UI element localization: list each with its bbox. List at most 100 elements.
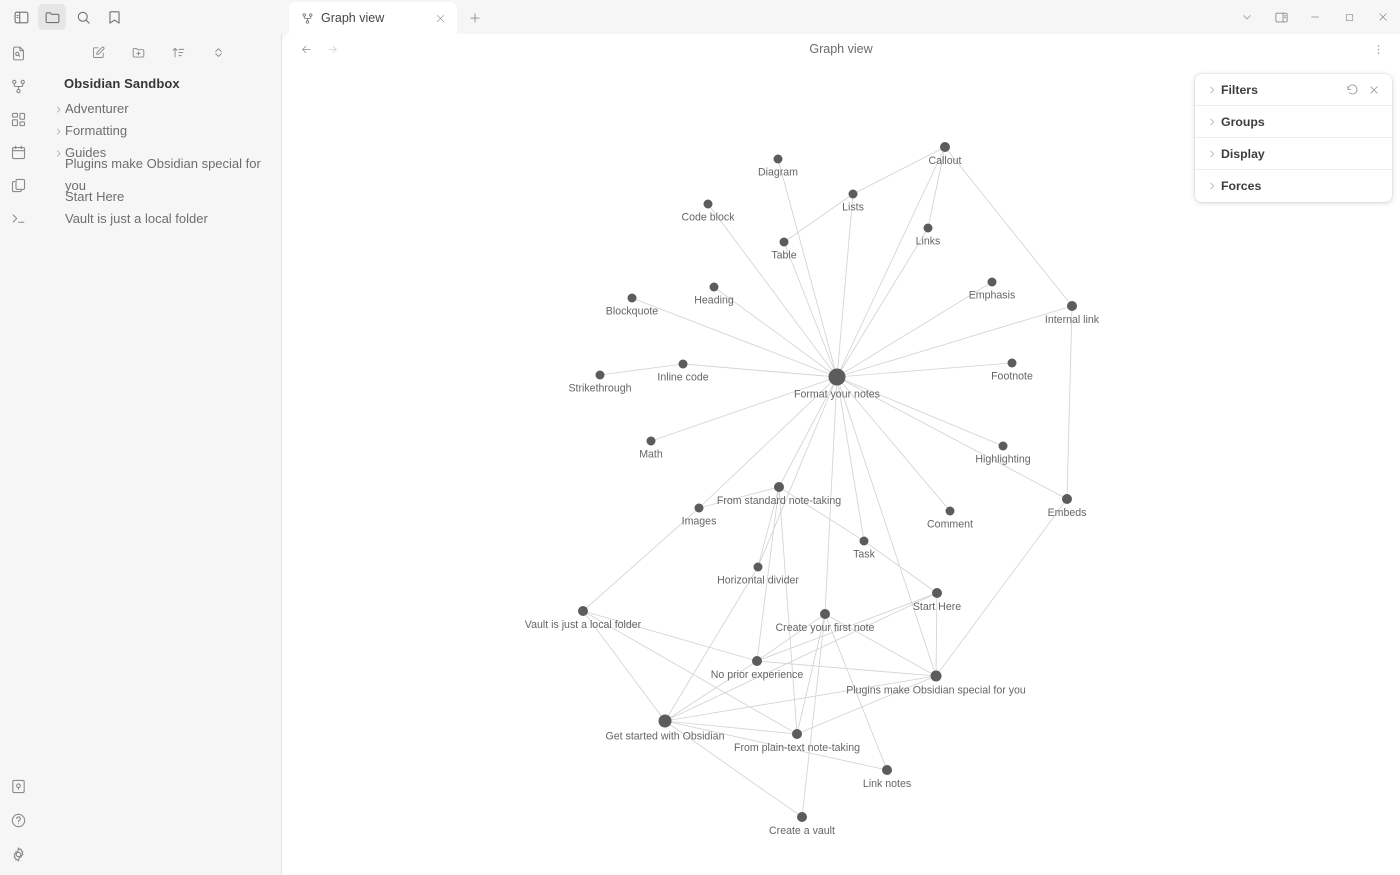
file-explorer-sidebar: Obsidian Sandbox Adventurer Formatting G… <box>36 34 282 875</box>
graph-node[interactable] <box>1007 358 1017 368</box>
graph-node[interactable] <box>828 368 846 386</box>
graph-node[interactable] <box>932 588 942 598</box>
graph-node[interactable] <box>930 670 942 682</box>
graph-node[interactable] <box>987 277 997 287</box>
graph-view-pane: Graph view Format your notes Callout Diagr… <box>282 34 1400 875</box>
graph-node[interactable] <box>792 729 802 739</box>
chevron-right-icon <box>52 149 64 158</box>
view-title: Graph view <box>809 42 873 56</box>
graph-node[interactable] <box>998 441 1008 451</box>
minimize-icon[interactable] <box>1298 3 1332 31</box>
graph-node[interactable] <box>1067 301 1077 311</box>
forward-arrow-icon[interactable] <box>321 38 343 60</box>
graph-node[interactable] <box>694 503 704 513</box>
tree-item-file[interactable]: Plugins make Obsidian special for you <box>36 156 281 193</box>
graph-node-label: Images <box>682 516 717 528</box>
graph-node[interactable] <box>752 656 762 666</box>
graph-node[interactable] <box>797 812 807 822</box>
graph-controls-panel: Filters Groups Display Forces <box>1195 74 1392 202</box>
graph-node[interactable] <box>945 506 955 516</box>
file-tree: Obsidian Sandbox Adventurer Formatting G… <box>36 64 281 230</box>
graph-node[interactable] <box>658 714 672 728</box>
graph-section-groups[interactable]: Groups <box>1195 106 1392 138</box>
graph-section-display[interactable]: Display <box>1195 138 1392 170</box>
graph-node[interactable] <box>779 237 789 247</box>
graph-node-label: Inline code <box>657 372 708 384</box>
graph-node[interactable] <box>820 609 830 619</box>
graph-node-label: Diagram <box>758 167 798 179</box>
daily-note-icon[interactable] <box>5 139 31 165</box>
graph-node[interactable] <box>753 562 763 572</box>
graph-edge <box>863 540 938 594</box>
graph-node-label: Plugins make Obsidian special for you <box>846 685 1026 697</box>
new-folder-icon[interactable] <box>128 41 150 63</box>
chevron-down-icon[interactable] <box>1230 3 1264 31</box>
graph-node[interactable] <box>703 199 713 209</box>
graph-node-label: Create a vault <box>769 825 835 837</box>
graph-node[interactable] <box>1062 494 1072 504</box>
sort-icon[interactable] <box>168 41 190 63</box>
tree-item-folder[interactable]: Formatting <box>36 120 281 142</box>
graph-node[interactable] <box>709 282 719 292</box>
templates-icon[interactable] <box>5 172 31 198</box>
canvas-icon[interactable] <box>5 106 31 132</box>
tree-item-file[interactable]: Vault is just a local folder <box>36 208 281 230</box>
graph-node[interactable] <box>678 359 688 369</box>
graph-edge <box>664 566 759 722</box>
graph-section-forces[interactable]: Forces <box>1195 170 1392 202</box>
graph-view-icon[interactable] <box>5 73 31 99</box>
graph-node[interactable] <box>595 370 605 380</box>
new-note-icon[interactable] <box>88 41 110 63</box>
help-icon[interactable] <box>5 807 31 833</box>
search-button[interactable] <box>69 4 97 30</box>
new-tab-button[interactable] <box>462 5 488 31</box>
graph-node[interactable] <box>773 154 783 164</box>
tab-graph-view[interactable]: Graph view <box>289 2 457 34</box>
graph-node[interactable] <box>774 482 784 492</box>
view-options-menu-icon[interactable] <box>1366 37 1390 61</box>
graph-node-label: Table <box>771 250 796 262</box>
graph-node[interactable] <box>848 189 858 199</box>
graph-edge <box>650 376 838 442</box>
graph-node[interactable] <box>578 606 588 616</box>
files-button[interactable] <box>38 4 66 30</box>
bookmarks-button[interactable] <box>100 4 128 30</box>
graph-section-filters[interactable]: Filters <box>1195 74 1392 106</box>
navigation-buttons <box>282 38 343 60</box>
restore-defaults-icon[interactable] <box>1342 80 1362 100</box>
graph-node-label: Lists <box>842 202 864 214</box>
close-icon[interactable] <box>1366 3 1400 31</box>
settings-icon[interactable] <box>5 841 31 867</box>
close-icon[interactable] <box>431 9 449 27</box>
graph-edge <box>801 613 826 818</box>
chevron-right-icon <box>1205 181 1218 191</box>
tree-item-folder[interactable]: Adventurer <box>36 98 281 120</box>
graph-node-label: Comment <box>927 519 973 531</box>
graph-node[interactable] <box>859 536 869 546</box>
graph-node[interactable] <box>882 765 892 775</box>
graph-edge <box>664 592 938 722</box>
close-icon[interactable] <box>1364 80 1384 100</box>
chevron-right-icon <box>52 127 64 136</box>
graph-node-label: From plain-text note-taking <box>734 742 860 754</box>
obsidian-window: Obsidian Sandbox Adventurer Formatting G… <box>0 0 1400 875</box>
vault-switcher-icon[interactable] <box>5 773 31 799</box>
right-sidebar-toggle-icon[interactable] <box>1264 3 1298 31</box>
graph-node-label: Embeds <box>1048 507 1087 519</box>
graph-node[interactable] <box>627 293 637 303</box>
file-search-icon[interactable] <box>5 40 31 66</box>
terminal-icon[interactable] <box>5 205 31 231</box>
graph-node-label: Emphasis <box>969 290 1016 302</box>
graph-node-label: Strikethrough <box>568 383 631 395</box>
left-sidebar-toggle-button[interactable] <box>7 4 35 30</box>
graph-node[interactable] <box>646 436 656 446</box>
graph-node[interactable] <box>940 142 950 152</box>
graph-node-label: Task <box>853 549 875 561</box>
graph-node-label: No prior experience <box>711 669 804 681</box>
back-arrow-icon[interactable] <box>295 38 317 60</box>
graph-node-label: Footnote <box>991 371 1033 383</box>
collapse-icon[interactable] <box>208 41 230 63</box>
tree-item-label: Formatting <box>65 123 128 138</box>
graph-node[interactable] <box>923 223 933 233</box>
maximize-icon[interactable] <box>1332 3 1366 31</box>
